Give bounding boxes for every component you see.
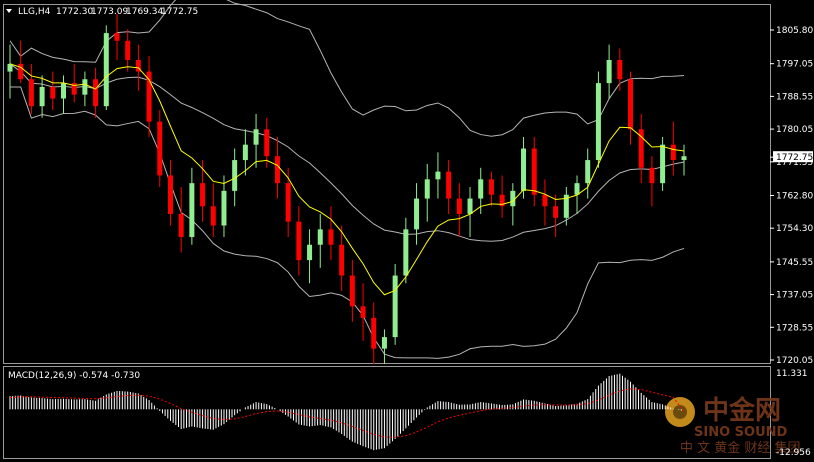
candle-body (296, 221, 302, 261)
candle-body (328, 229, 334, 245)
candle-body (307, 244, 313, 261)
candle-body (242, 144, 248, 161)
candle-body (681, 156, 687, 161)
candle-body (521, 148, 527, 191)
candle-body (200, 183, 206, 207)
bollinger-middle (9, 63, 685, 242)
macd-histogram (9, 373, 682, 451)
watermark-en: SINO SOUND (694, 425, 788, 440)
price-tick-label: 1728.55 (776, 323, 813, 333)
candle-body (264, 129, 270, 157)
candle-body (285, 183, 291, 222)
candle-body (403, 229, 409, 276)
candle-body (60, 83, 66, 99)
candle-body (360, 306, 366, 318)
ohlc-open: 1772.30 (56, 7, 93, 17)
menu-arrow-icon[interactable] (6, 9, 12, 13)
candle-body (125, 40, 131, 61)
candle-body (660, 144, 666, 184)
price-axis: 1805.801797.051788.551780.051771.551762.… (770, 26, 813, 366)
price-tick-label: 1762.80 (776, 191, 813, 201)
candle-body (446, 171, 452, 199)
chart-window: 中金网 SINO SOUND 中 文 黄金 财经 集团 LLG,H4 1772.… (3, 0, 813, 459)
candle-body (574, 183, 580, 195)
candle-body (167, 175, 173, 214)
candle-body (553, 206, 559, 218)
price-tick-label: 1745.55 (776, 258, 813, 268)
bollinger-lower (10, 86, 685, 359)
bollinger-upper (9, 0, 685, 137)
candle-body (232, 160, 238, 191)
current-price-marker: 1772.75 (770, 151, 813, 163)
candle-body (50, 86, 56, 99)
candle-body (253, 129, 259, 145)
candle-body (28, 79, 34, 107)
main-panel-frame (3, 4, 771, 364)
candle-body (93, 79, 99, 107)
candle-body (414, 198, 420, 230)
price-tick-label: 1754.30 (776, 224, 813, 234)
candle-body (39, 86, 45, 107)
candle-body (7, 63, 13, 72)
ema-line (9, 63, 685, 296)
candle-body (274, 156, 280, 184)
price-tick-label: 1737.05 (776, 291, 813, 301)
price-tick-label: 1780.05 (776, 125, 813, 135)
ohlc-close: 1772.75 (161, 7, 198, 17)
watermark-cn: 中金网 (703, 395, 781, 426)
watermark-logo: 中金网 SINO SOUND 中 文 黄金 财经 集团 (665, 395, 801, 456)
candle-body (189, 183, 195, 238)
candle-body (114, 33, 120, 41)
candle-body (510, 190, 516, 207)
candle-body (435, 171, 441, 180)
candle-body (371, 317, 377, 349)
candle-body (221, 190, 227, 226)
ohlc-low: 1769.34 (126, 7, 163, 17)
candle-body (103, 33, 109, 107)
candle-body (670, 144, 676, 161)
candle-body (542, 194, 548, 207)
candle-body (467, 198, 473, 214)
macd-axis-top: 11.331 (776, 369, 808, 379)
price-tick-label: 1720.05 (776, 356, 813, 366)
bollinger-bands (9, 0, 685, 359)
candle-body (424, 179, 430, 199)
candle-body (649, 167, 655, 184)
current-price-label: 1772.75 (776, 153, 813, 163)
candle-body (488, 179, 494, 195)
ohlc-high: 1773.09 (91, 7, 128, 17)
macd-axis-bottom: -12.956 (776, 448, 811, 458)
candle-body (178, 213, 184, 238)
candle-body (606, 60, 612, 84)
candle-body (381, 337, 387, 349)
candle-body (82, 79, 88, 95)
candle-body (18, 63, 24, 80)
price-tick-label: 1788.55 (776, 92, 813, 102)
candle-body (392, 275, 398, 338)
candle-body (456, 198, 462, 214)
macd-label: MACD(12,26,9) -0.574 -0.730 (8, 371, 140, 381)
candle-body (349, 275, 355, 307)
candle-body (531, 148, 537, 195)
candle-body (339, 244, 345, 276)
candle-body (210, 206, 216, 226)
symbol-label: LLG,H4 (18, 7, 51, 17)
moving-average (9, 63, 685, 296)
candle-body (585, 160, 591, 184)
candle-body (628, 79, 634, 130)
candle-body (617, 60, 623, 80)
price-tick-label: 1797.05 (776, 60, 813, 70)
candle-body (478, 179, 484, 199)
price-tick-label: 1805.80 (776, 26, 813, 36)
candle-body (317, 229, 323, 245)
candle-body (595, 83, 601, 161)
candle-body (157, 121, 163, 176)
